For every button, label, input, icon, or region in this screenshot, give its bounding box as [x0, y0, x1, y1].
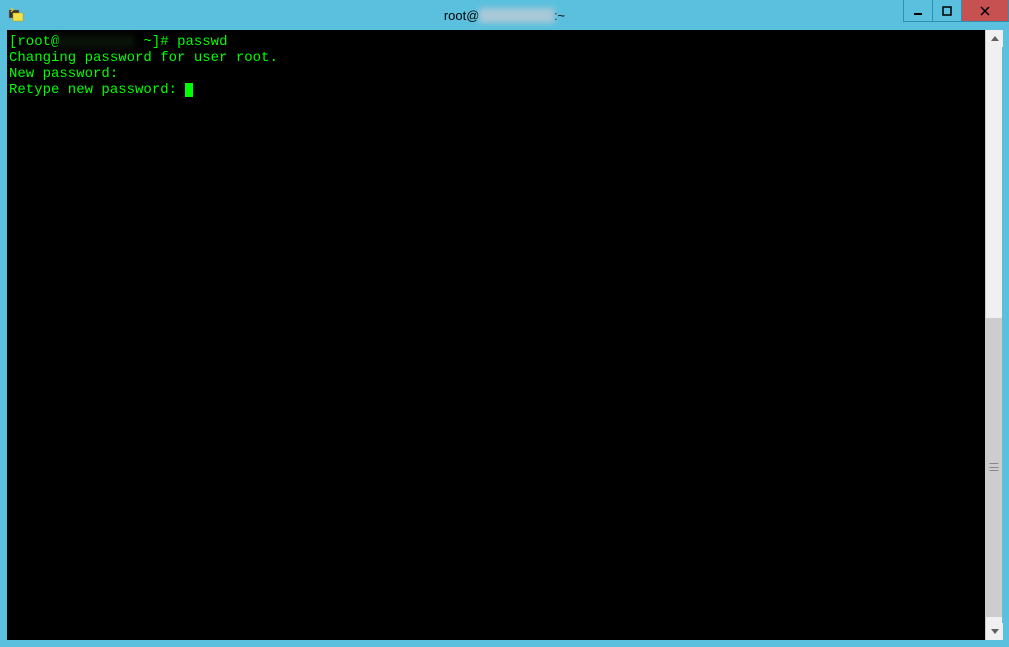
maximize-button[interactable] [932, 0, 962, 22]
terminal-line: Changing password for user root. [9, 50, 983, 66]
scroll-down-button[interactable] [986, 623, 1003, 640]
prompt-open: [root@ [9, 34, 59, 50]
terminal-line: [root@xxxxxxxxx ~]# passwd [9, 34, 983, 50]
terminal-line: Retype new password: [9, 82, 983, 98]
terminal-output: Retype new password: [9, 82, 185, 98]
scroll-grip-icon [990, 463, 999, 471]
scroll-up-button[interactable] [986, 30, 1003, 47]
titlebar[interactable]: root@ xxxxxxxxx :~ [0, 0, 1009, 30]
app-icon [8, 7, 24, 23]
terminal-content[interactable]: [root@xxxxxxxxx ~]# passwdChanging passw… [7, 30, 985, 640]
close-button[interactable] [961, 0, 1009, 22]
command-text: passwd [177, 34, 227, 50]
minimize-button[interactable] [903, 0, 933, 22]
scrollbar[interactable] [985, 30, 1002, 640]
prompt-close: ~]# [135, 34, 177, 50]
window-title: root@ xxxxxxxxx :~ [444, 8, 565, 23]
window-controls [904, 0, 1009, 22]
terminal-line: New password: [9, 66, 983, 82]
title-prefix: root@ [444, 8, 480, 23]
terminal-window: [root@xxxxxxxxx ~]# passwdChanging passw… [7, 30, 1002, 640]
title-suffix: :~ [554, 8, 565, 23]
title-host-redacted: xxxxxxxxx [479, 8, 554, 23]
scroll-thumb[interactable] [986, 318, 1002, 618]
cursor [185, 83, 193, 97]
prompt-host-redacted: xxxxxxxxx [59, 34, 135, 50]
scroll-track[interactable] [986, 47, 1002, 623]
